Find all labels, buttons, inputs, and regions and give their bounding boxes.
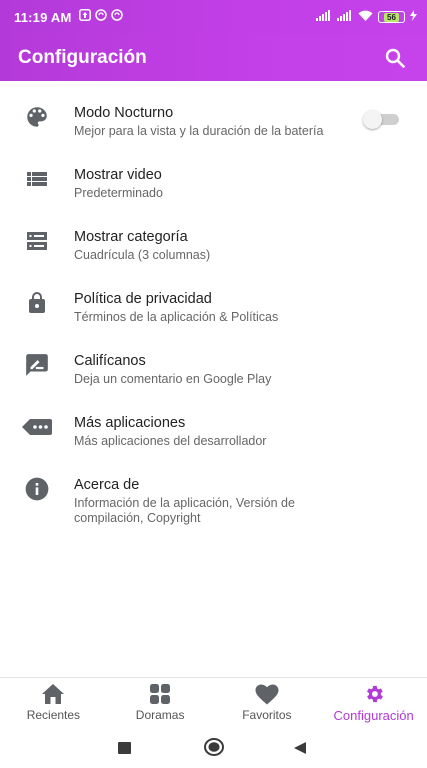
rate-review-icon (22, 350, 52, 380)
sync-icon (95, 8, 108, 26)
status-bar: 11:19 AM 56 (0, 0, 427, 34)
nav-label: Favoritos (242, 707, 292, 722)
setting-title: Acerca de (74, 477, 140, 493)
setting-subtitle: Cuadrícula (3 columnas) (74, 248, 211, 262)
nav-label: Recientes (26, 708, 81, 722)
toggle-thumb (363, 110, 382, 129)
setting-title: Califícanos (74, 353, 146, 369)
nav-favoritos[interactable]: Favoritos (214, 678, 321, 727)
setting-title: Mostrar video (74, 167, 162, 183)
setting-privacy-policy[interactable]: Política de privacidad Términos de la ap… (0, 276, 427, 338)
status-time: 11:19 AM (14, 9, 72, 25)
page-title: Configuración (18, 46, 147, 68)
setting-title: Política de privacidad (74, 291, 212, 307)
setting-subtitle: Información de la aplicación, Versión de… (74, 496, 295, 525)
back-triangle-icon[interactable] (294, 741, 306, 759)
system-nav-bar (0, 727, 427, 768)
home-circle-icon[interactable] (204, 738, 224, 761)
setting-subtitle: Mejor para la vista y la duración de la … (74, 124, 324, 138)
setting-about[interactable]: Acerca de Información de la aplicación, … (0, 462, 427, 526)
nav-doramas[interactable]: Doramas (107, 678, 214, 727)
more-apps-icon (22, 412, 52, 442)
bottom-nav: Recientes Doramas Favoritos Configuració… (0, 677, 427, 727)
setting-subtitle: Predeterminado (74, 186, 163, 200)
charging-icon (410, 8, 417, 26)
search-icon (385, 48, 405, 68)
recents-square-icon[interactable] (118, 741, 131, 759)
nav-recientes[interactable]: Recientes (0, 678, 107, 727)
battery-level: 56 (384, 12, 399, 22)
home-icon (42, 684, 65, 704)
setting-title: Modo Nocturno (74, 105, 174, 121)
setting-subtitle: Términos de la aplicación & Políticas (74, 310, 279, 324)
battery-icon: 56 (378, 11, 405, 23)
night-mode-toggle[interactable] (363, 110, 399, 129)
heart-icon (255, 684, 279, 704)
storage-icon (22, 226, 52, 256)
nav-label: Doramas (135, 708, 185, 722)
search-button[interactable] (381, 44, 409, 72)
list-icon (22, 164, 52, 194)
upload-icon (79, 8, 92, 26)
setting-show-category[interactable]: Mostrar categoría Cuadrícula (3 columnas… (0, 214, 427, 276)
settings-list: Modo Nocturno Mejor para la vista y la d… (0, 90, 427, 526)
lock-icon (22, 288, 52, 318)
info-icon (22, 474, 52, 504)
nav-label: Configuración (333, 707, 414, 723)
grid-icon (150, 684, 171, 704)
setting-subtitle: Deja un comentario en Google Play (74, 372, 272, 386)
setting-rate-us[interactable]: Califícanos Deja un comentario en Google… (0, 338, 427, 400)
nav-configuracion[interactable]: Configuración (320, 678, 427, 727)
signal-icon (316, 8, 332, 26)
sync-icon (111, 8, 124, 26)
setting-subtitle: Más aplicaciones del desarrollador (74, 434, 267, 448)
setting-title: Más aplicaciones (74, 415, 186, 431)
notification-icons (79, 8, 124, 26)
app-bar: Configuración (0, 34, 427, 81)
signal-icon (337, 8, 353, 26)
setting-show-video[interactable]: Mostrar video Predeterminado (0, 152, 427, 214)
gear-icon (366, 685, 383, 702)
palette-icon (22, 102, 52, 132)
status-right-icons: 56 (316, 8, 417, 26)
setting-more-apps[interactable]: Más aplicaciones Más aplicaciones del de… (0, 400, 427, 462)
wifi-icon (358, 8, 373, 26)
setting-night-mode[interactable]: Modo Nocturno Mejor para la vista y la d… (0, 90, 427, 152)
setting-title: Mostrar categoría (74, 229, 188, 245)
